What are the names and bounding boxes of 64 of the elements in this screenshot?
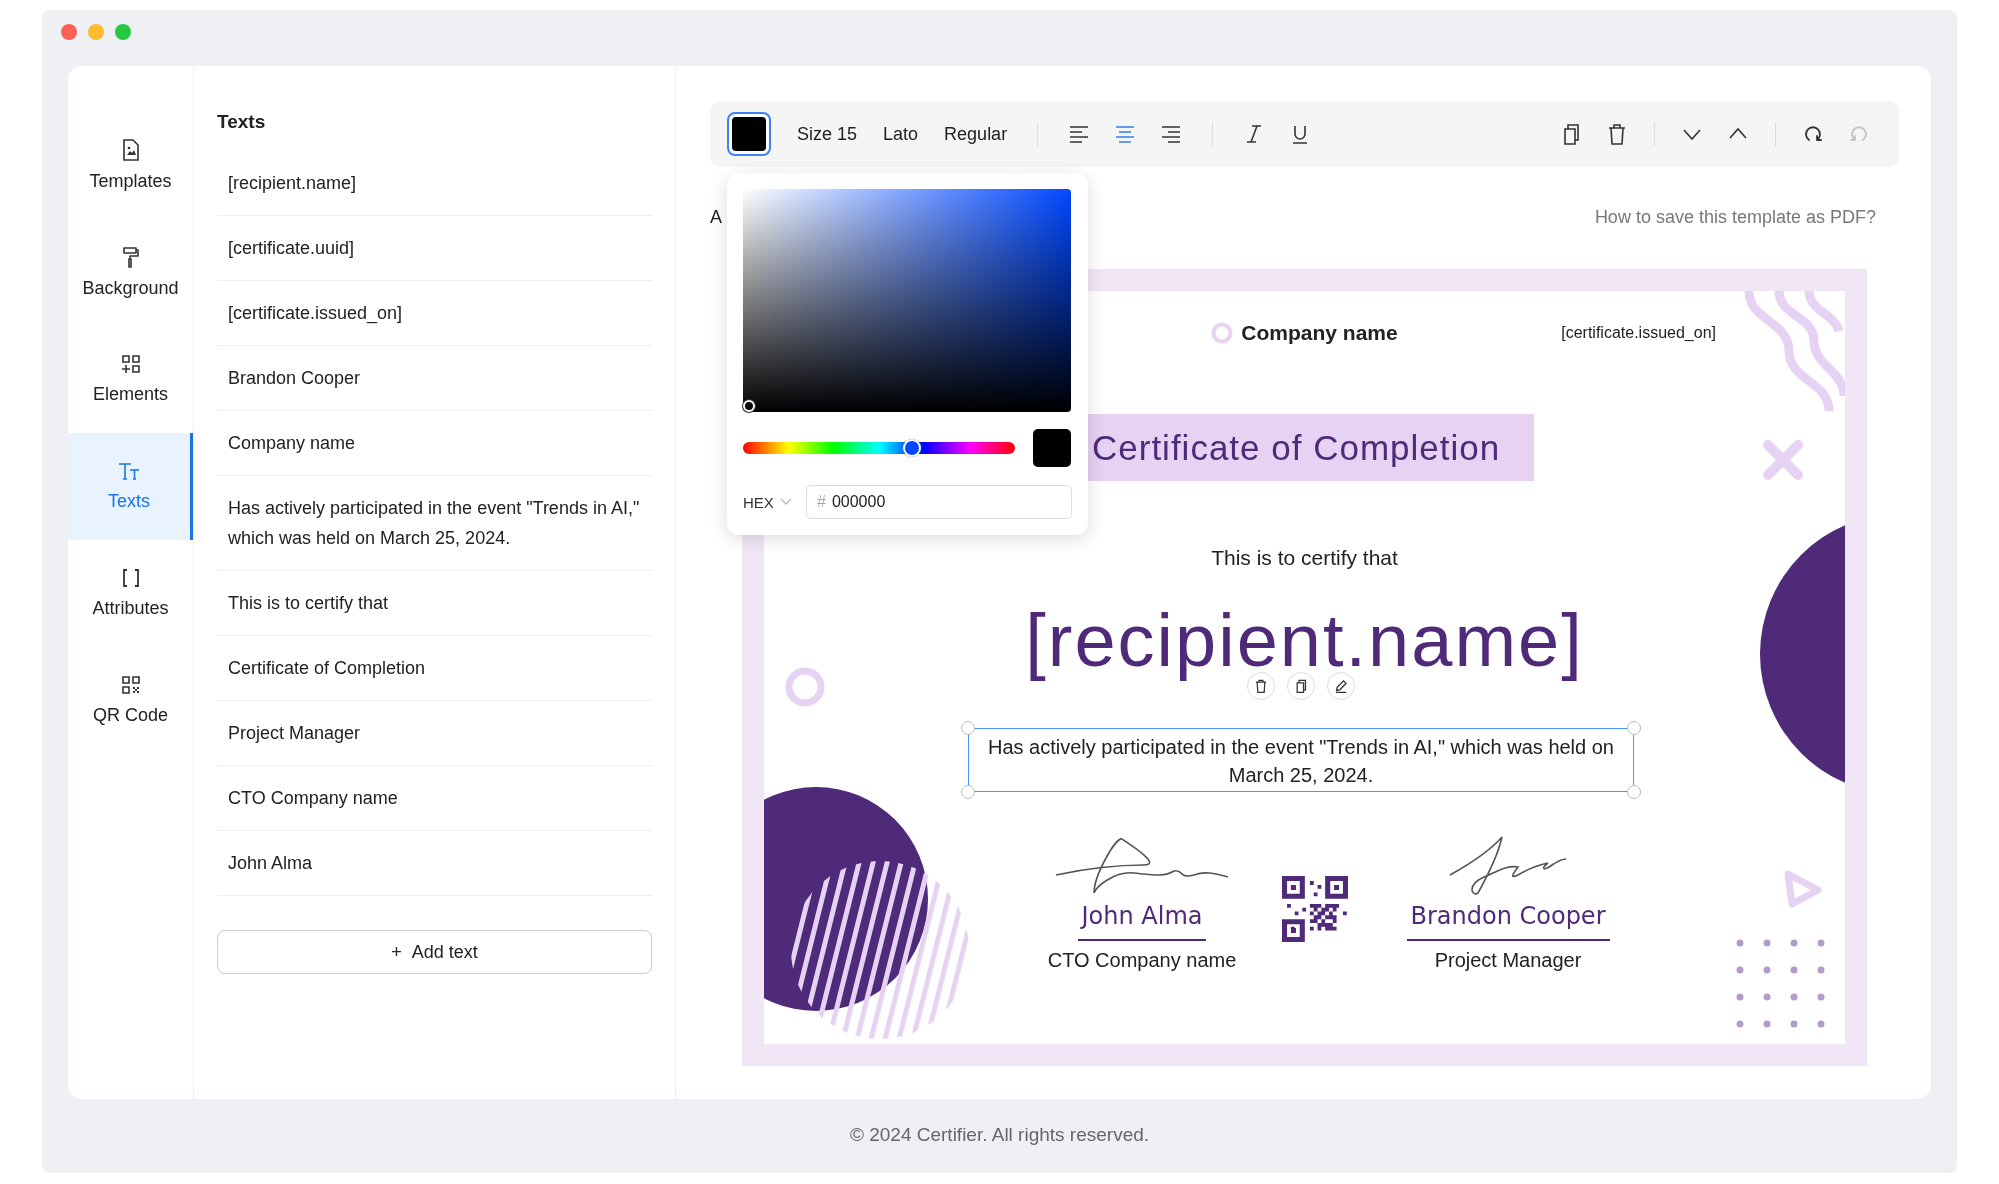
align-left-icon[interactable] bbox=[1068, 123, 1091, 145]
align-center-icon[interactable] bbox=[1114, 123, 1137, 145]
sidebar-item[interactable]: Elements bbox=[68, 326, 193, 433]
text-list-item[interactable]: Brandon Cooper bbox=[217, 346, 652, 411]
font-size-dropdown[interactable]: Size 15 bbox=[797, 123, 858, 145]
text-list-item[interactable]: Has actively participated in the event "Trends in AI," which was held on March 25, 2024. bbox=[217, 476, 652, 571]
intro-text: This is to certify that bbox=[1210, 545, 1399, 571]
footer-text: © 2024 Certifier. All rights reserved. bbox=[848, 1124, 1151, 1146]
trash-icon[interactable] bbox=[1254, 679, 1268, 693]
signer-role: CTO Company name bbox=[1047, 948, 1237, 973]
ring-logo-icon bbox=[1211, 322, 1234, 344]
sidebar-item[interactable]: QR Code bbox=[68, 647, 193, 754]
text-list-item[interactable]: This is to certify that bbox=[217, 571, 652, 636]
text-list-item[interactable]: Project Manager bbox=[217, 701, 652, 766]
sidebar-item[interactable]: Templates bbox=[68, 112, 193, 219]
text-list-item[interactable]: Company name bbox=[217, 411, 652, 476]
align-right-icon[interactable] bbox=[1160, 123, 1183, 145]
brackets-icon bbox=[120, 568, 141, 588]
color-saturation-area[interactable] bbox=[743, 189, 1071, 412]
format-dropdown[interactable]: HEX bbox=[743, 493, 806, 511]
help-link[interactable]: How to save this template as PDF? bbox=[1594, 206, 1876, 228]
text-list-item[interactable]: John Alma bbox=[217, 831, 652, 896]
text-icon bbox=[118, 461, 140, 481]
hex-input-field[interactable]: # 000000 bbox=[806, 485, 1072, 519]
sidebar-item[interactable]: Background bbox=[68, 219, 193, 326]
sidebar-item[interactable]: Attributes bbox=[68, 540, 193, 647]
elements-icon bbox=[120, 354, 141, 374]
qr-code-icon bbox=[120, 675, 141, 695]
signer-name: Brandon Cooper bbox=[1406, 899, 1610, 941]
add-text-button[interactable]: + Add text bbox=[217, 930, 652, 974]
recipient-name: [recipient.name] bbox=[1024, 598, 1585, 684]
text-list-item[interactable]: [certificate.issued_on] bbox=[217, 281, 652, 346]
text-list-item[interactable]: [certificate.uuid] bbox=[217, 216, 652, 281]
issue-date: [certificate.issued_on] bbox=[1561, 324, 1717, 342]
triangle-shape bbox=[1784, 870, 1822, 908]
color-button[interactable] bbox=[727, 112, 771, 156]
text-list-item[interactable]: [recipient.name] bbox=[217, 151, 652, 216]
copy-icon[interactable] bbox=[1294, 679, 1308, 693]
font-weight-dropdown[interactable]: Regular bbox=[944, 123, 1008, 145]
cross-shape bbox=[1763, 440, 1803, 480]
hue-slider[interactable] bbox=[743, 442, 1015, 454]
font-family-dropdown[interactable]: Lato bbox=[883, 123, 919, 145]
signer-name: John Alma bbox=[1077, 899, 1207, 941]
ring-shape bbox=[785, 667, 825, 707]
paper-size-label: A bbox=[710, 206, 722, 228]
resize-handle[interactable] bbox=[961, 721, 975, 735]
resize-handle[interactable] bbox=[1627, 721, 1641, 735]
text-list-item[interactable]: Certificate of Completion bbox=[217, 636, 652, 701]
hue-slider-thumb[interactable] bbox=[902, 439, 921, 457]
text-list-item[interactable]: CTO Company name bbox=[217, 766, 652, 831]
trash-icon[interactable] bbox=[1606, 123, 1628, 145]
signer-role: Project Manager bbox=[1434, 948, 1582, 973]
panel-title: Texts bbox=[217, 111, 267, 133]
resize-handle[interactable] bbox=[961, 785, 975, 799]
document-icon bbox=[121, 139, 140, 161]
sidebar-item[interactable]: Texts bbox=[68, 433, 193, 540]
color-preview bbox=[1033, 429, 1071, 467]
company-name: Company name bbox=[1241, 321, 1398, 345]
qr-code bbox=[1282, 876, 1348, 942]
resize-handle[interactable] bbox=[1627, 785, 1641, 799]
paint-roller-icon bbox=[121, 246, 140, 268]
close-window-button[interactable] bbox=[61, 24, 77, 40]
description-text[interactable]: Has actively participated in the event "Trends in AI," which was held on March 25, 2024. bbox=[968, 728, 1634, 792]
pencil-icon[interactable] bbox=[1334, 679, 1348, 693]
